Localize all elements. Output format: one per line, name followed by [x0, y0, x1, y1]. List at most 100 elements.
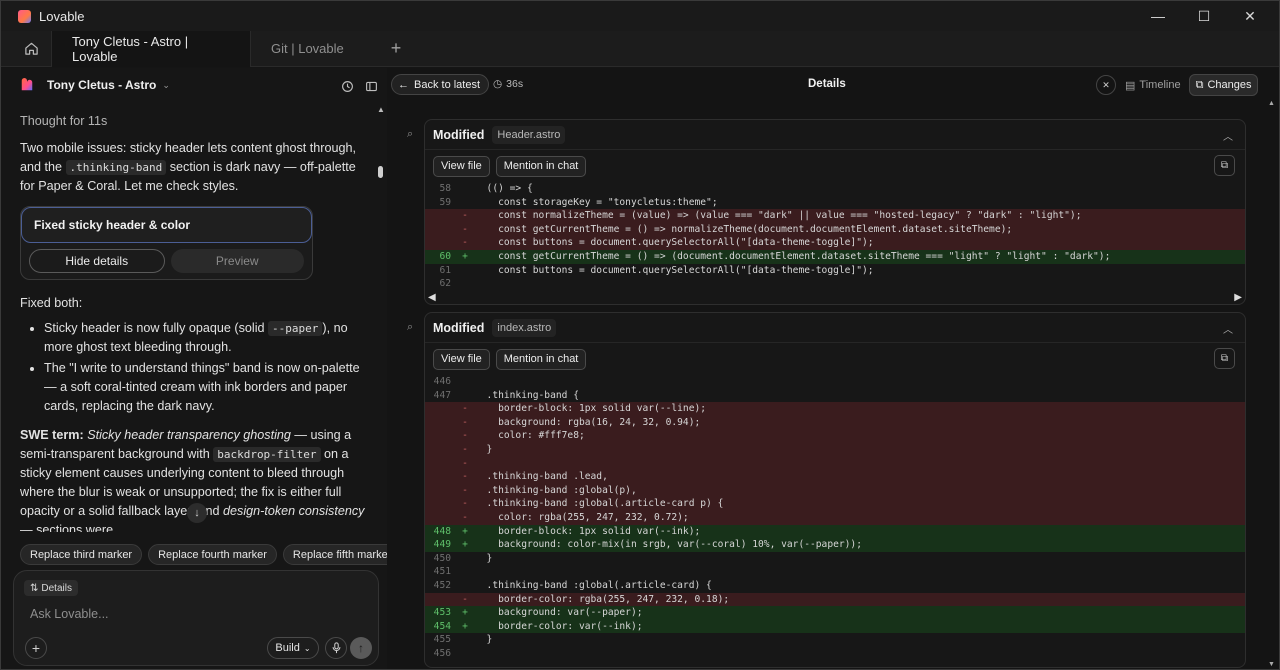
suggestion-chip[interactable]: Replace fourth marker [148, 544, 277, 565]
mic-button[interactable] [325, 637, 347, 659]
diff-marker: + [462, 539, 468, 551]
diff-line: - const getCurrentTheme = () => normaliz… [425, 222, 1245, 237]
project-header: Tony Cletus - Astro ⌄ [1, 68, 387, 102]
view-toggle: ▤ Timeline ⧉ Changes [1119, 74, 1267, 96]
code-text: border-block: 1px solid var(--ink); [475, 525, 701, 537]
collapse-all-button[interactable]: ✕ [1096, 75, 1116, 95]
file-diff-title[interactable]: Modified index.astro ︿ [425, 313, 1245, 343]
home-button[interactable] [11, 31, 51, 67]
chevron-up-icon[interactable]: ︿ [1223, 128, 1233, 143]
chat-input[interactable]: Ask Lovable... [30, 607, 109, 621]
back-to-latest-button[interactable]: ← Back to latest [391, 74, 490, 95]
project-name[interactable]: Tony Cletus - Astro [47, 78, 156, 92]
copy-button[interactable]: ⧉ [1214, 348, 1235, 369]
scroll-up-arrow-icon[interactable]: ▲ [375, 104, 387, 114]
list-item: The "I write to understand things" band … [44, 359, 368, 416]
scroll-up-arrow-icon[interactable]: ▲ [1268, 100, 1275, 107]
line-number: 447 [433, 389, 451, 401]
chat-scrollbar[interactable] [378, 166, 383, 178]
suggestion-chips: Replace third marker Replace fourth mark… [20, 544, 402, 565]
details-title: Details [808, 78, 846, 90]
line-number: 456 [433, 647, 451, 659]
diff-marker [455, 196, 475, 210]
view-file-button[interactable]: View file [433, 348, 490, 370]
details-header: ← Back to latest ◷ 36s Details ✕ ▤ Timeline… [387, 68, 1279, 102]
arrow-up-icon: ↑ [358, 641, 364, 655]
chevron-down-icon[interactable]: ⌄ [162, 80, 170, 91]
line-number [425, 443, 455, 457]
diff-line: 456 [425, 647, 1245, 661]
arrow-down-icon: ↓ [194, 507, 200, 519]
diff-line: - .thinking-band :global(.article-card p… [425, 497, 1245, 511]
new-tab-button[interactable]: + [381, 31, 411, 67]
diff-line: 450 } [425, 552, 1245, 566]
line-number: 453 [433, 607, 451, 619]
code-text: border-color: var(--ink); [475, 620, 643, 632]
diff-line: 446 [425, 375, 1245, 389]
line-number [425, 223, 455, 237]
code-text: const getCurrentTheme = () => (document.… [475, 250, 1111, 262]
tab-git[interactable]: Git | Lovable [251, 31, 381, 67]
app-window: Lovable — ☐ ✕ Tony Cletus - Astro | Lova… [0, 0, 1280, 670]
history-icon[interactable] [339, 78, 355, 94]
change-card-title[interactable]: Fixed sticky header & color [21, 207, 312, 243]
fixed-summary: Fixed both: [20, 296, 83, 310]
copy-button[interactable]: ⧉ [1214, 155, 1235, 176]
scroll-down-button[interactable]: ↓ [187, 503, 207, 523]
lovable-heart-icon [21, 78, 33, 91]
preview-button[interactable]: Preview [170, 249, 304, 273]
scroll-right-icon[interactable]: ▶ [1234, 292, 1242, 303]
diff-line: - const buttons = document.querySelector… [425, 236, 1245, 250]
diff-marker [455, 277, 475, 291]
code-text: .thinking-band :global(.article-card) { [475, 579, 712, 591]
suggestion-chip[interactable]: Replace fifth marker [282, 544, 402, 565]
close-button[interactable]: ✕ [1227, 1, 1273, 31]
tab-label: Timeline [1139, 79, 1181, 91]
details-scrollbar[interactable]: ▲ ▼ [1268, 100, 1275, 668]
mention-in-chat-button[interactable]: Mention in chat [495, 155, 587, 177]
diff-line: - border-block: 1px solid var(--line); [425, 402, 1245, 416]
thought-duration: Thought for 11s [20, 114, 108, 128]
lovable-logo-icon [18, 9, 31, 23]
diff-marker: + [462, 250, 468, 262]
hide-details-button[interactable]: Hide details [29, 249, 165, 273]
maximize-button[interactable]: ☐ [1181, 1, 1227, 31]
code-text: color: #fff7e8; [475, 430, 585, 442]
timeline-tab[interactable]: ▤ Timeline [1119, 74, 1187, 96]
diff-marker: - [462, 471, 468, 483]
diff-line: - [425, 456, 1245, 471]
suggestion-chip[interactable]: Replace third marker [20, 544, 143, 565]
diff-line: 447 .thinking-band { [425, 389, 1245, 403]
diff-line: 455 } [425, 633, 1245, 647]
paperclip-icon: ⌕ [407, 128, 414, 140]
file-status: Modified [433, 127, 485, 142]
view-file-button[interactable]: View file [433, 155, 490, 177]
diff-line: 61 const buttons = document.querySelecto… [425, 264, 1245, 278]
scroll-down-arrow-icon[interactable]: ▼ [1268, 661, 1275, 668]
mention-in-chat-button[interactable]: Mention in chat [495, 348, 587, 370]
sidebar-toggle-icon[interactable] [363, 78, 379, 94]
diff-line: 454 + border-color: var(--ink); [425, 619, 1245, 634]
send-button[interactable]: ↑ [350, 637, 372, 659]
chevron-up-icon[interactable]: ︿ [1223, 321, 1233, 336]
diff-line: - const normalizeTheme = (value) => (val… [425, 209, 1245, 223]
file-diff-title[interactable]: Modified Header.astro ︿ [425, 120, 1245, 150]
elapsed-time: ◷ 36s [493, 78, 523, 90]
build-mode-select[interactable]: Build ⌄ [267, 637, 319, 659]
horizontal-scrollbar[interactable]: ◀ ▶ [425, 291, 1245, 304]
minimize-button[interactable]: — [1135, 1, 1181, 31]
attach-button[interactable]: + [25, 637, 47, 659]
details-chip[interactable]: ⇅ Details [24, 580, 78, 596]
line-number: 59 [439, 196, 451, 208]
changes-tab[interactable]: ⧉ Changes [1188, 74, 1259, 96]
inline-code: --paper [268, 321, 323, 336]
tab-label: Changes [1207, 79, 1252, 91]
chat-messages: Thought for 11s Two mobile issues: stick… [20, 112, 368, 532]
paperclip-icon: ⌕ [407, 321, 414, 333]
diff-line: 448 + border-block: 1px solid var(--ink); [425, 524, 1245, 539]
plus-icon: + [31, 640, 41, 656]
tab-lovable-astro[interactable]: Tony Cletus - Astro | Lovable [51, 30, 251, 67]
line-number: 58 [439, 183, 451, 194]
scroll-left-icon[interactable]: ◀ [428, 292, 436, 303]
code-text: background: color-mix(in srgb, var(--cor… [475, 539, 862, 551]
